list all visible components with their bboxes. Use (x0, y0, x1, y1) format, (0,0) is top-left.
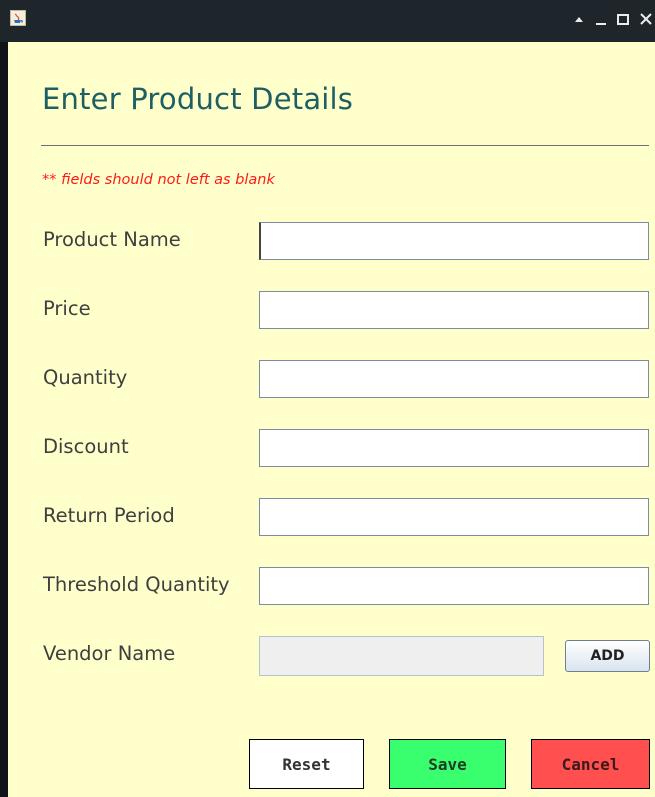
product-name-label: Product Name (43, 228, 181, 251)
save-button[interactable]: Save (389, 739, 506, 789)
vendor-name-label: Vendor Name (43, 642, 176, 665)
product-name-input[interactable] (259, 222, 649, 260)
vendor-name-field (259, 636, 544, 676)
quantity-input[interactable] (259, 360, 649, 398)
required-fields-hint: ** fields should not left as blank (42, 172, 275, 188)
window-left-frame (0, 0, 8, 797)
product-details-window: Enter Product Details ** fields should n… (0, 0, 655, 797)
add-vendor-button[interactable]: ADD (565, 640, 650, 672)
cancel-button[interactable]: Cancel (531, 739, 650, 789)
title-bar[interactable] (0, 0, 655, 42)
price-label: Price (43, 297, 91, 320)
return-period-input[interactable] (259, 498, 649, 536)
close-icon[interactable] (638, 11, 654, 27)
discount-label: Discount (43, 435, 129, 458)
return-period-label: Return Period (43, 504, 175, 527)
maximize-icon[interactable] (615, 11, 631, 27)
quantity-label: Quantity (43, 366, 128, 389)
threshold-quantity-label: Threshold Quantity (43, 573, 230, 596)
minimize-icon[interactable] (593, 11, 609, 27)
title-divider (41, 145, 649, 146)
threshold-quantity-input[interactable] (259, 567, 649, 605)
shade-icon[interactable] (571, 11, 587, 27)
java-app-icon (10, 10, 26, 26)
discount-input[interactable] (259, 429, 649, 467)
reset-button[interactable]: Reset (249, 739, 364, 789)
price-input[interactable] (259, 291, 649, 329)
page-title: Enter Product Details (42, 82, 354, 116)
